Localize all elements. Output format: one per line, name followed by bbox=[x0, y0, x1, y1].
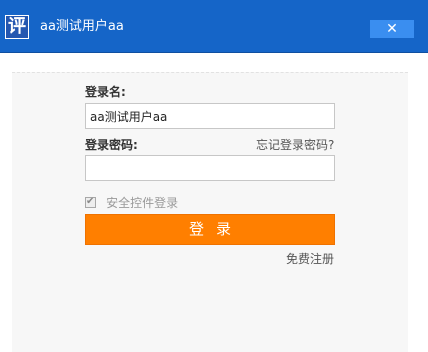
forgot-password-link[interactable]: 忘记登录密码? bbox=[256, 137, 334, 153]
password-input[interactable] bbox=[85, 155, 335, 181]
window-title: aa测试用户aa bbox=[40, 19, 124, 34]
username-input[interactable] bbox=[85, 103, 335, 129]
secure-login-checkbox[interactable]: ✔ bbox=[85, 196, 96, 208]
username-label: 登录名: bbox=[85, 85, 126, 99]
login-button[interactable]: 登录 bbox=[85, 214, 335, 245]
password-label: 登录密码: bbox=[85, 138, 138, 152]
checkmark-icon: ✔ bbox=[86, 196, 95, 207]
register-link[interactable]: 免费注册 bbox=[286, 251, 334, 267]
title-bar[interactable]: 评 aa测试用户aa ✕ bbox=[0, 0, 428, 53]
login-window: 评 aa测试用户aa ✕ 登录名: 登录密码: 忘记登录密码? ✔ 安全控件登录… bbox=[0, 0, 428, 352]
secure-login-option[interactable]: ✔ 安全控件登录 bbox=[85, 192, 179, 210]
secure-login-label: 安全控件登录 bbox=[106, 195, 179, 210]
close-icon: ✕ bbox=[386, 21, 398, 37]
app-logo-icon: 评 bbox=[5, 15, 29, 39]
close-button[interactable]: ✕ bbox=[370, 20, 414, 38]
